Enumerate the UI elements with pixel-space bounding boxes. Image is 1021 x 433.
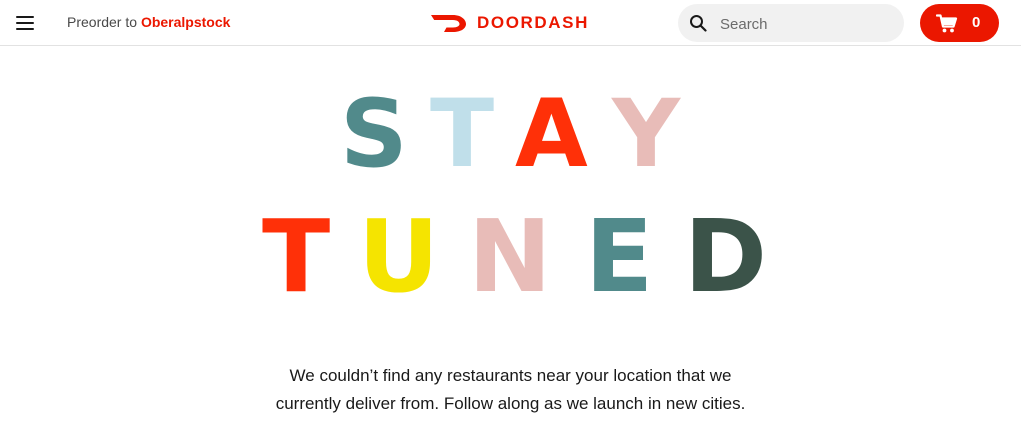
headline-letter: D [684,198,768,315]
message-line: We couldn’t find any restaurants near yo… [289,366,732,385]
headline-letter: T [430,80,495,189]
headline-letter: T [262,198,331,315]
message-line: currently deliver from. Follow along as … [275,394,746,413]
stay-tuned-headline: S T A Y T U N E D [0,0,1021,310]
headline-letter: S [340,80,408,189]
headline-letter: E [585,198,654,315]
no-restaurants-message: We couldn’t find any restaurants near yo… [200,362,821,418]
headline-letter: A [515,80,588,189]
headline-letter: Y [612,80,681,189]
headline-letter: U [358,198,440,315]
headline-letter: N [468,198,552,315]
